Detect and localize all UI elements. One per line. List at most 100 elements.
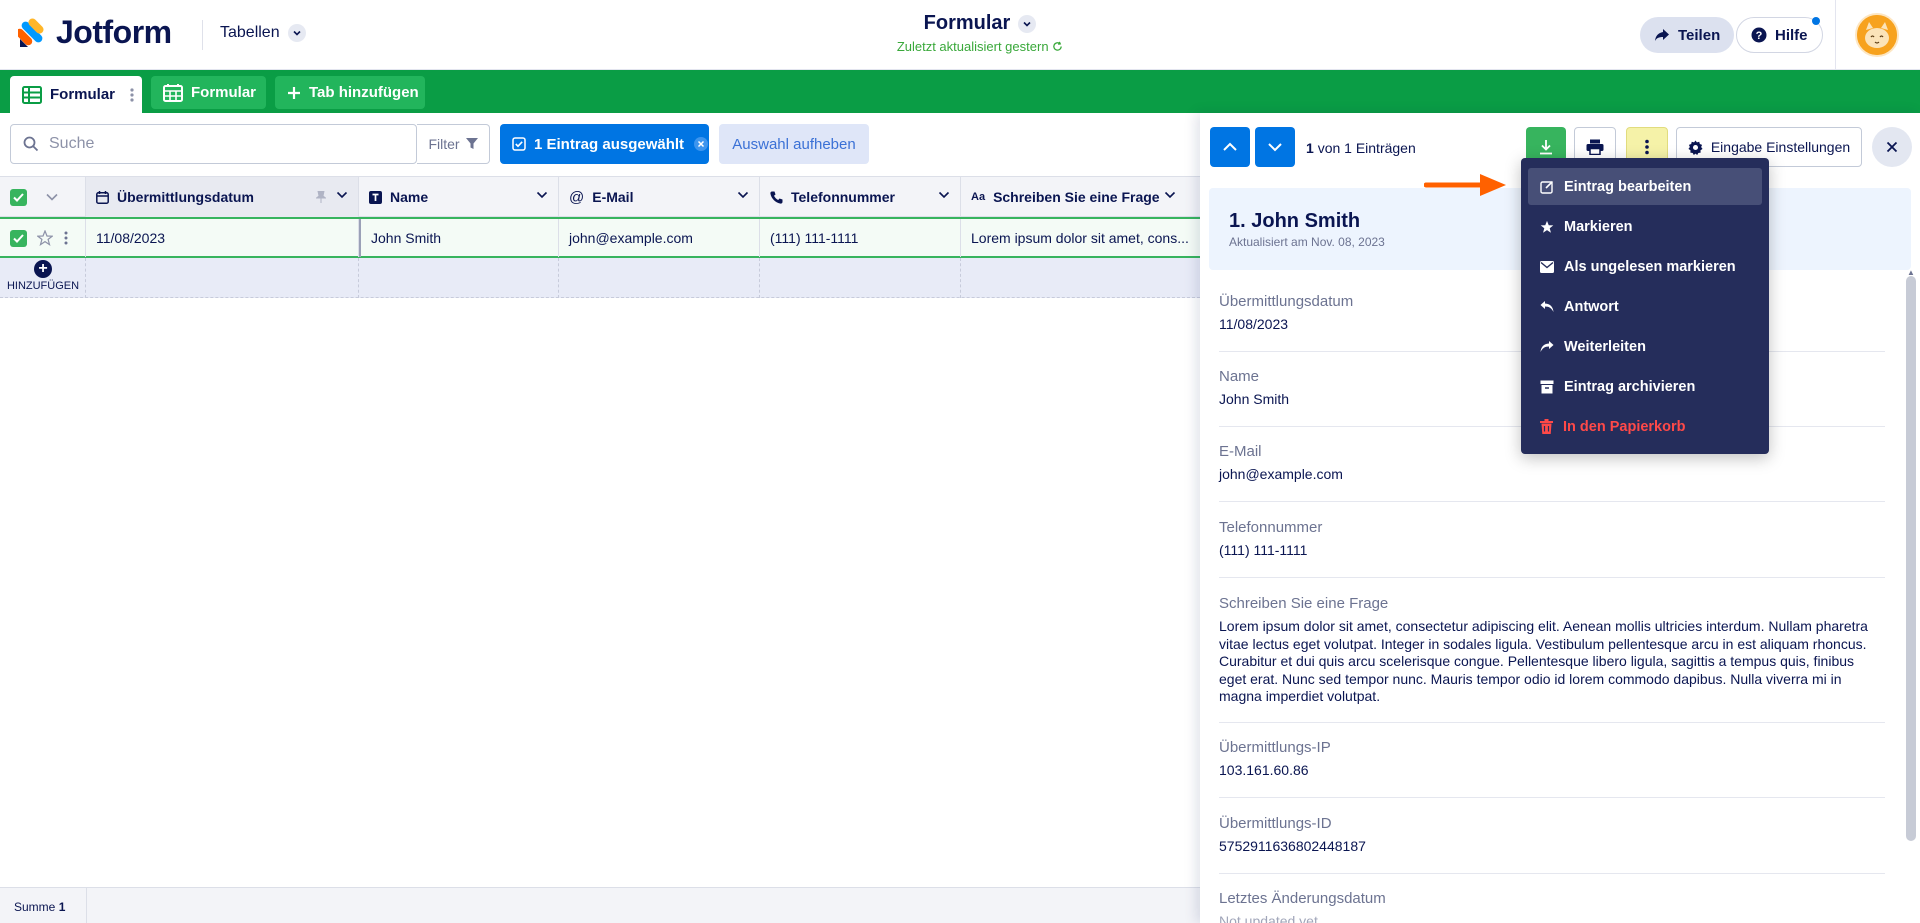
column-header-date[interactable]: Übermittlungsdatum xyxy=(86,177,359,217)
form-title: Formular xyxy=(923,12,1011,34)
cell-name[interactable]: John Smith xyxy=(359,219,559,257)
row-checkbox[interactable] xyxy=(10,229,27,247)
field-value[interactable]: 103.161.60.86 xyxy=(1219,762,1885,780)
entries-count-text: von 1 Einträgen xyxy=(1317,140,1416,156)
previous-entry-button[interactable] xyxy=(1210,127,1250,167)
at-icon: @ xyxy=(569,188,585,206)
form-title-dropdown[interactable]: Formular xyxy=(924,12,1037,35)
menu-item-star[interactable]: Markieren xyxy=(1528,208,1762,245)
grid-header-row: Übermittlungsdatum Name @ E-Mail Telefon… xyxy=(0,176,1200,217)
chevron-up-icon xyxy=(1223,142,1237,151)
table-row[interactable]: 11/08/2023 John Smith john@example.com (… xyxy=(0,217,1200,258)
grid-table-icon xyxy=(22,85,42,104)
entry-updated: Aktualisiert am Nov. 08, 2023 xyxy=(1229,235,1385,249)
deselect-button[interactable]: Auswahl aufheben xyxy=(719,124,869,164)
more-vertical-icon[interactable] xyxy=(63,230,69,246)
chevron-down-icon[interactable] xyxy=(737,190,749,200)
tab-label: Formular xyxy=(191,84,257,101)
share-button[interactable]: Teilen xyxy=(1640,17,1735,53)
help-icon: ? xyxy=(1751,27,1767,43)
notification-dot xyxy=(1811,17,1820,25)
menu-item-mark-unread[interactable]: Als ungelesen markieren xyxy=(1528,248,1762,285)
avatar[interactable] xyxy=(1855,13,1899,57)
field-value[interactable]: john@example.com xyxy=(1219,466,1885,484)
menu-item-edit-entry[interactable]: Eintrag bearbeiten xyxy=(1528,168,1762,205)
tables-dropdown[interactable]: Tabellen xyxy=(220,24,306,42)
more-vertical-icon[interactable] xyxy=(129,87,135,103)
tables-label: Tabellen xyxy=(220,24,280,41)
field-label: Übermittlungs-IP xyxy=(1219,739,1331,756)
chevron-down-icon[interactable] xyxy=(938,190,950,200)
field-value[interactable]: (111) 111-1111 xyxy=(1219,542,1885,560)
top-header: Jotform Tabellen Formular Zuletzt aktual… xyxy=(0,0,1920,70)
tab-formular-calendar[interactable]: Formular xyxy=(151,76,266,109)
column-header-email[interactable]: @ E-Mail xyxy=(559,177,760,217)
column-label: E-Mail xyxy=(592,189,634,205)
filter-icon xyxy=(465,138,478,149)
phone-icon xyxy=(770,191,783,204)
cell-email[interactable]: john@example.com xyxy=(559,219,760,257)
field-last-modified: Letztes Änderungsdatum Not updated yet xyxy=(1219,890,1885,923)
filter-label: Filter xyxy=(428,136,460,152)
cell-question[interactable]: Lorem ipsum dolor sit amet, cons... xyxy=(961,219,1200,257)
chevron-down-icon[interactable] xyxy=(1164,190,1176,200)
tab-label: Formular xyxy=(50,86,116,103)
menu-item-reply[interactable]: Antwort xyxy=(1528,288,1762,325)
close-icon xyxy=(1886,141,1898,153)
menu-item-forward[interactable]: Weiterleiten xyxy=(1528,328,1762,365)
form-title-area: Formular Zuletzt aktualisiert gestern xyxy=(860,12,1100,54)
field-question: Schreiben Sie eine Frage Lorem ipsum dol… xyxy=(1219,595,1885,723)
star-outline-icon[interactable] xyxy=(37,230,53,246)
add-tab-button[interactable]: Tab hinzufügen xyxy=(275,76,425,109)
selected-entries-chip[interactable]: 1 Eintrag ausgewählt xyxy=(500,124,709,164)
footer-sum-value: 1 xyxy=(58,900,66,914)
field-value[interactable]: Not updated yet xyxy=(1219,913,1885,923)
select-all-checkbox[interactable] xyxy=(10,188,27,206)
search-icon xyxy=(23,136,39,152)
chevron-down-icon[interactable] xyxy=(536,190,548,200)
column-header-phone[interactable]: Telefonnummer xyxy=(760,177,961,217)
field-label: Übermittlungs-ID xyxy=(1219,815,1332,832)
field-value[interactable]: Lorem ipsum dolor sit amet, consectetur … xyxy=(1219,618,1885,706)
menu-item-archive[interactable]: Eintrag archivieren xyxy=(1528,368,1762,405)
header-divider xyxy=(1835,0,1836,70)
pin-icon[interactable] xyxy=(316,191,326,203)
field-value[interactable]: 5752911636802448187 xyxy=(1219,838,1885,856)
filter-button[interactable]: Filter xyxy=(417,124,490,164)
search-input[interactable] xyxy=(49,135,349,153)
chevron-down-icon[interactable] xyxy=(336,190,348,200)
tab-bar: Formular Formular Tab hinzufügen xyxy=(0,70,1920,113)
footer-sum-label: Summe xyxy=(14,900,56,914)
close-icon[interactable] xyxy=(694,137,709,151)
add-entry-button[interactable]: + HINZUFÜGEN xyxy=(0,260,86,292)
column-header-question[interactable]: Aa Schreiben Sie eine Frage xyxy=(961,177,1200,217)
chevron-down-icon[interactable] xyxy=(45,192,59,202)
plus-circle-icon: + xyxy=(34,260,52,278)
column-header-name[interactable]: Name xyxy=(359,177,559,217)
help-button[interactable]: ? Hilfe xyxy=(1736,17,1823,53)
entries-count-num: 1 xyxy=(1306,140,1314,156)
aa-icon: Aa xyxy=(971,191,986,203)
menu-item-trash[interactable]: In den Papierkorb xyxy=(1528,408,1762,445)
printer-icon xyxy=(1586,139,1604,155)
panel-scrollbar[interactable] xyxy=(1906,276,1916,841)
row-controls xyxy=(0,219,86,257)
last-updated-text: Zuletzt aktualisiert gestern xyxy=(896,39,1049,54)
tab-formular-grid[interactable]: Formular xyxy=(10,76,142,113)
menu-item-label: Weiterleiten xyxy=(1564,338,1646,355)
footer-sum: Summe 1 xyxy=(14,900,65,914)
cell-date[interactable]: 11/08/2023 xyxy=(86,219,359,257)
add-row-cell xyxy=(359,258,559,298)
edit-icon xyxy=(1540,180,1554,194)
trash-icon xyxy=(1540,419,1553,434)
field-label: Schreiben Sie eine Frage xyxy=(1219,595,1389,612)
next-entry-button[interactable] xyxy=(1255,127,1295,167)
cell-phone[interactable]: (111) 111-1111 xyxy=(760,219,961,257)
jotform-logo[interactable]: Jotform xyxy=(18,14,172,51)
close-panel-button[interactable] xyxy=(1872,127,1912,167)
add-row-cell xyxy=(86,258,359,298)
selected-label: 1 Eintrag ausgewählt xyxy=(534,135,685,153)
entries-count: 1 von 1 Einträgen xyxy=(1306,140,1416,156)
chevron-down-icon xyxy=(1018,14,1037,33)
chevron-down-icon xyxy=(1268,143,1282,152)
